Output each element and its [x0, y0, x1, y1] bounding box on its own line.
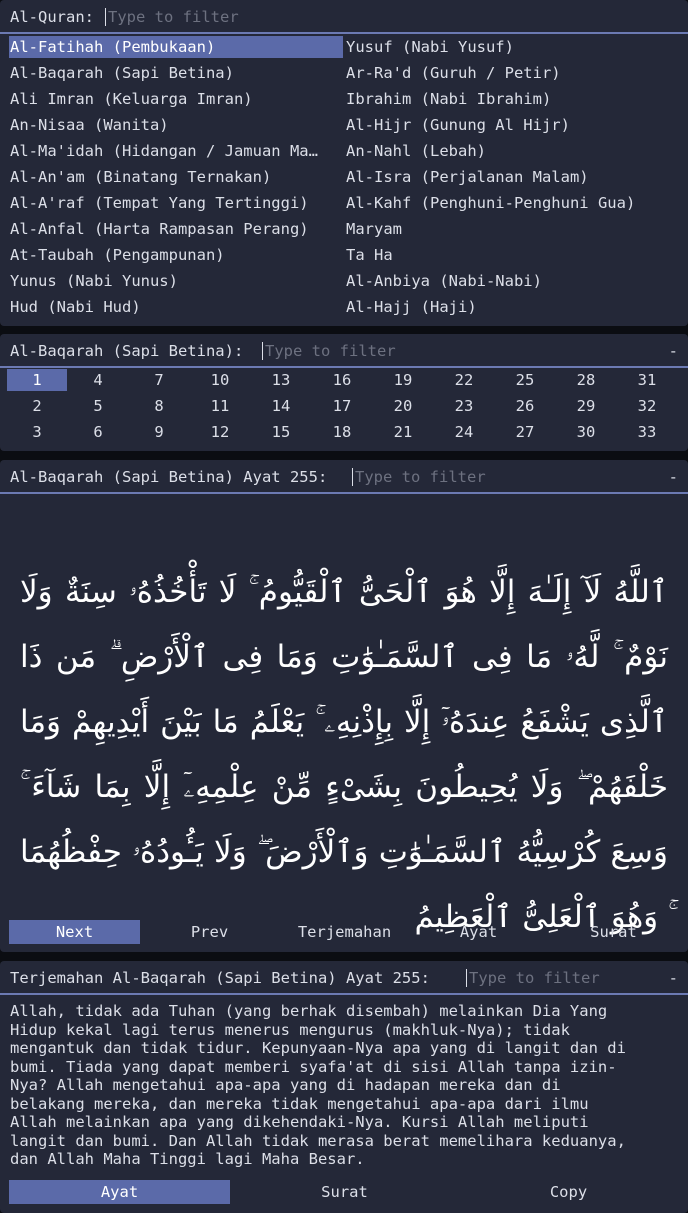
arabic-verse-text: ٱللَّهُ لَآ إِلَـٰهَ إِلَّا هُوَ ٱلْحَىُ… [20, 574, 668, 935]
ayat-button[interactable]: Ayat [413, 920, 544, 944]
translation-filter-input[interactable] [466, 969, 669, 987]
ayat-filter-input[interactable] [262, 342, 565, 360]
prev-button[interactable]: Prev [144, 920, 275, 944]
translation-text: Allah, tidak ada Tuhan (yang berhak dise… [10, 1002, 626, 1168]
ayat-number-item[interactable]: 18 [312, 421, 372, 443]
copy-button[interactable]: Copy [458, 1180, 679, 1204]
surah-list-item[interactable]: Ali Imran (Keluarga Imran) [9, 88, 343, 110]
terjemahan-button[interactable]: Terjemahan [279, 920, 410, 944]
ayat-number-item[interactable]: 4 [68, 369, 128, 391]
ayat-number-item[interactable]: 33 [617, 421, 677, 443]
ayat-number-item[interactable]: 8 [129, 395, 189, 417]
verse-prompt-label: Al-Baqarah (Sapi Betina) Ayat 255: [10, 468, 328, 486]
verse-panel: Al-Baqarah (Sapi Betina) Ayat 255: - ٱلل… [0, 460, 688, 952]
ayat-prompt-label: Al-Baqarah (Sapi Betina): [10, 342, 244, 360]
next-button[interactable]: Next [9, 920, 140, 944]
ayat-filter-bar: Al-Baqarah (Sapi Betina): - [0, 334, 688, 368]
verse-button-bar: Next Prev Terjemahan Ayat Surat [0, 920, 688, 944]
ayat-number-item[interactable]: 31 [617, 369, 677, 391]
surah-list-item[interactable]: Yunus (Nabi Yunus) [9, 270, 343, 292]
surah-prompt-label: Al-Quran: [10, 8, 94, 26]
ayat-number-item[interactable]: 9 [129, 421, 189, 443]
surah-list-item[interactable]: Al-A'raf (Tempat Yang Tertinggi) [9, 192, 343, 214]
surah-list-item[interactable]: Ar-Ra'd (Guruh / Petir) [345, 62, 679, 84]
surah-list-item[interactable]: Al-Kahf (Penghuni-Penghuni Gua) [345, 192, 679, 214]
ayat-number-item[interactable]: 24 [434, 421, 494, 443]
ayat-number-item[interactable]: 21 [373, 421, 433, 443]
ayat-number-item[interactable]: 11 [190, 395, 250, 417]
verse-filter-bar: Al-Baqarah (Sapi Betina) Ayat 255: - [0, 460, 688, 494]
ayat-number-item[interactable]: 17 [312, 395, 372, 417]
ayat-number-item[interactable]: 30 [556, 421, 616, 443]
surah-list-item[interactable]: Al-Baqarah (Sapi Betina) [9, 62, 343, 84]
ayat-number-item[interactable]: 19 [373, 369, 433, 391]
surah-list-item[interactable]: Al-An'am (Binatang Ternakan) [9, 166, 343, 188]
ayat-number-item[interactable]: 32 [617, 395, 677, 417]
ayat-panel-dash: - [668, 342, 678, 360]
translation-surat-button[interactable]: Surat [234, 1180, 455, 1204]
ayat-number-item[interactable]: 27 [495, 421, 555, 443]
surah-list-item[interactable]: Ibrahim (Nabi Ibrahim) [345, 88, 679, 110]
translation-filter-bar: Terjemahan Al-Baqarah (Sapi Betina) Ayat… [0, 961, 688, 995]
surah-list-item[interactable]: Al-Hijr (Gunung Al Hijr) [345, 114, 679, 136]
ayat-picker-panel: Al-Baqarah (Sapi Betina): - 147101316192… [0, 334, 688, 451]
ayat-number-item[interactable]: 23 [434, 395, 494, 417]
ayat-number-item[interactable]: 7 [129, 369, 189, 391]
ayat-number-item[interactable]: 14 [251, 395, 311, 417]
ayat-number-item[interactable]: 20 [373, 395, 433, 417]
ayat-number-item[interactable]: 2 [7, 395, 67, 417]
surah-list-item[interactable]: An-Nisaa (Wanita) [9, 114, 343, 136]
surah-list-item[interactable]: Maryam [345, 218, 679, 240]
ayat-number-item[interactable]: 16 [312, 369, 372, 391]
ayat-number-item[interactable]: 28 [556, 369, 616, 391]
translation-ayat-button[interactable]: Ayat [9, 1180, 230, 1204]
ayat-number-item[interactable]: 29 [556, 395, 616, 417]
ayat-number-item[interactable]: 1 [7, 369, 67, 391]
ayat-number-item[interactable]: 6 [68, 421, 128, 443]
ayat-number-item[interactable]: 26 [495, 395, 555, 417]
surat-button[interactable]: Surat [548, 920, 679, 944]
ayat-number-item[interactable]: 3 [7, 421, 67, 443]
surah-list-item[interactable]: Al-Isra (Perjalanan Malam) [345, 166, 679, 188]
translation-panel: Terjemahan Al-Baqarah (Sapi Betina) Ayat… [0, 961, 688, 1213]
surah-picker-panel: Al-Quran: Al-Fatihah (Pembukaan) Al-Baqar… [0, 0, 688, 326]
verse-panel-dash: - [668, 468, 678, 486]
surah-filter-bar: Al-Quran: [0, 0, 688, 34]
verse-filter-input[interactable] [352, 468, 655, 486]
surah-list-item[interactable]: Ta Ha [345, 244, 679, 266]
ayat-number-item[interactable]: 25 [495, 369, 555, 391]
translation-panel-dash: - [668, 969, 678, 987]
ayat-number-item[interactable]: 13 [251, 369, 311, 391]
surah-list-item[interactable]: An-Nahl (Lebah) [345, 140, 679, 162]
ayat-number-item[interactable]: 10 [190, 369, 250, 391]
ayat-number-item[interactable]: 12 [190, 421, 250, 443]
surah-list-item[interactable]: Hud (Nabi Hud) [9, 296, 343, 318]
surah-list-item[interactable]: Al-Ma'idah (Hidangan / Jamuan Ma… [9, 140, 343, 162]
surah-filter-input[interactable] [105, 8, 408, 26]
surah-list-item[interactable]: Al-Anbiya (Nabi-Nabi) [345, 270, 679, 292]
surah-list-item[interactable]: At-Taubah (Pengampunan) [9, 244, 343, 266]
ayat-number-item[interactable]: 5 [68, 395, 128, 417]
surah-list-item[interactable]: Al-Hajj (Haji) [345, 296, 679, 318]
translation-prompt-label: Terjemahan Al-Baqarah (Sapi Betina) Ayat… [10, 969, 430, 987]
surah-list-item[interactable]: Yusuf (Nabi Yusuf) [345, 36, 679, 58]
surah-list-item[interactable]: Al-Anfal (Harta Rampasan Perang) [9, 218, 343, 240]
ayat-number-item[interactable]: 22 [434, 369, 494, 391]
surah-list-item[interactable]: Al-Fatihah (Pembukaan) [9, 36, 343, 58]
translation-button-bar: Ayat Surat Copy [0, 1180, 688, 1204]
ayat-number-item[interactable]: 15 [251, 421, 311, 443]
